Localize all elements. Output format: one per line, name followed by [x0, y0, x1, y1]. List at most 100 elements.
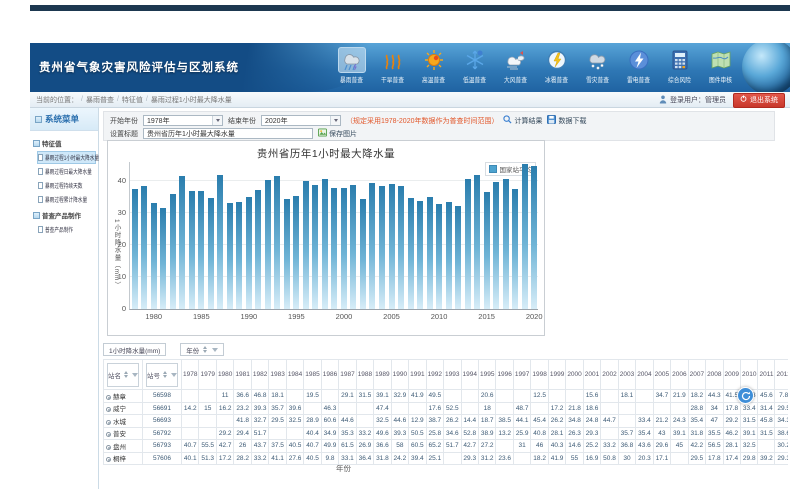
station-select-cell[interactable]: 赫章: [104, 390, 143, 403]
toolbar-item-9[interactable]: 综合风险: [661, 47, 698, 84]
year-header-2007[interactable]: 2007: [688, 360, 705, 390]
bar-1981[interactable]: [160, 208, 166, 309]
bar-1996[interactable]: [303, 181, 309, 309]
bar-1984[interactable]: [189, 191, 195, 309]
bar-2000[interactable]: [341, 188, 347, 309]
year-header-2004[interactable]: 2004: [636, 360, 653, 390]
bar-2012[interactable]: [455, 206, 461, 309]
sidebar-item-1-3[interactable]: 暴雨过程持续天数: [37, 179, 96, 192]
radio-icon[interactable]: [106, 420, 111, 425]
year-header-2003[interactable]: 2003: [618, 360, 635, 390]
bar-2009[interactable]: [427, 197, 433, 309]
bar-2015[interactable]: [484, 192, 490, 309]
year-header-1990[interactable]: 1990: [391, 360, 408, 390]
bar-2017[interactable]: [503, 179, 509, 309]
year-header-2005[interactable]: 2005: [653, 360, 670, 390]
year-header-1979[interactable]: 1979: [199, 360, 216, 390]
bar-2001[interactable]: [350, 185, 356, 309]
bar-1985[interactable]: [198, 191, 204, 309]
toolbar-item-1[interactable]: 暴雨普查: [333, 47, 370, 84]
station-select-cell[interactable]: 威宁: [104, 402, 143, 415]
year-header-1983[interactable]: 1983: [269, 360, 286, 390]
sidebar-item-1-1[interactable]: 暴雨过程1小时最大降水量: [37, 151, 96, 164]
toolbar-item-2[interactable]: 干旱普查: [374, 47, 411, 84]
end-year-select[interactable]: 2020年: [261, 115, 341, 126]
year-header-1986[interactable]: 1986: [321, 360, 338, 390]
chart-title-input[interactable]: 贵州省历年1小时最大降水量: [143, 128, 313, 139]
bar-2002[interactable]: [360, 199, 366, 309]
bar-1998[interactable]: [322, 179, 328, 309]
bar-2019[interactable]: [522, 164, 528, 309]
year-header-1993[interactable]: 1993: [444, 360, 461, 390]
sidebar-item-2-1[interactable]: 普查产品制作: [37, 223, 96, 236]
radio-icon[interactable]: [106, 395, 111, 400]
radio-icon[interactable]: [106, 445, 111, 450]
bar-1999[interactable]: [331, 188, 337, 309]
year-header-2000[interactable]: 2000: [566, 360, 583, 390]
year-header-2010[interactable]: 2010: [741, 360, 758, 390]
year-header-2009[interactable]: 2009: [723, 360, 740, 390]
bar-2010[interactable]: [436, 204, 442, 309]
year-header-1987[interactable]: 1987: [339, 360, 356, 390]
start-year-select[interactable]: 1978年: [143, 115, 223, 126]
year-header-1995[interactable]: 1995: [478, 360, 495, 390]
station-select-cell[interactable]: 桐梓: [104, 452, 143, 465]
logout-button[interactable]: 退出系统: [733, 93, 785, 108]
year-header-1985[interactable]: 1985: [304, 360, 321, 390]
bar-2013[interactable]: [465, 179, 471, 309]
breadcrumb-item[interactable]: 暴雨过程1小时最大降水量: [151, 95, 232, 105]
sidebar-item-1-4[interactable]: 暴雨过程累计降水量: [37, 193, 96, 206]
toolbar-item-10[interactable]: 图件审核: [702, 47, 739, 84]
radio-icon[interactable]: [106, 432, 111, 437]
year-sort-filter[interactable]: 年份: [180, 343, 224, 356]
save-image-button[interactable]: 保存图片: [318, 128, 357, 139]
year-header-1980[interactable]: 1980: [216, 360, 233, 390]
bar-1978[interactable]: [132, 189, 138, 309]
bar-1987[interactable]: [217, 175, 223, 309]
year-header-1994[interactable]: 1994: [461, 360, 478, 390]
toolbar-item-8[interactable]: 雷电普查: [620, 47, 657, 84]
bar-1989[interactable]: [236, 202, 242, 309]
year-header-2006[interactable]: 2006: [671, 360, 688, 390]
year-header-1998[interactable]: 1998: [531, 360, 548, 390]
bar-1982[interactable]: [170, 194, 176, 309]
year-header-1984[interactable]: 1984: [286, 360, 303, 390]
bar-2005[interactable]: [389, 184, 395, 309]
year-header-2008[interactable]: 2008: [706, 360, 723, 390]
toolbar-item-7[interactable]: 雪灾普查: [579, 47, 616, 84]
bar-2004[interactable]: [379, 186, 385, 309]
bar-1988[interactable]: [227, 203, 233, 309]
year-header-1999[interactable]: 1999: [548, 360, 565, 390]
year-header-1981[interactable]: 1981: [234, 360, 251, 390]
sidebar-group-2[interactable]: 普查产品制作: [31, 207, 97, 222]
bar-2014[interactable]: [474, 175, 480, 309]
station-select-cell[interactable]: 水城: [104, 415, 143, 428]
breadcrumb-item[interactable]: 特征值: [122, 95, 143, 105]
station-name-header[interactable]: 站名: [104, 360, 143, 390]
sidebar-item-1-2[interactable]: 暴雨过程日最大降水量: [37, 165, 96, 178]
bar-1997[interactable]: [312, 185, 318, 309]
bar-1995[interactable]: [293, 196, 299, 309]
bar-2006[interactable]: [398, 186, 404, 309]
toolbar-item-5[interactable]: 大风普查: [497, 47, 534, 84]
year-header-1997[interactable]: 1997: [513, 360, 530, 390]
bar-1980[interactable]: [151, 203, 157, 309]
value-type-filter[interactable]: 1小时降水量(mm): [103, 343, 166, 356]
year-header-2001[interactable]: 2001: [583, 360, 600, 390]
year-header-1996[interactable]: 1996: [496, 360, 513, 390]
refresh-float-button[interactable]: [737, 387, 754, 404]
year-header-1991[interactable]: 1991: [409, 360, 426, 390]
bar-1990[interactable]: [246, 197, 252, 309]
bar-2003[interactable]: [369, 183, 375, 309]
bar-1994[interactable]: [284, 199, 290, 309]
year-header-2012[interactable]: 2012: [775, 360, 788, 390]
radio-icon[interactable]: [106, 457, 111, 462]
station-select-cell[interactable]: 普安: [104, 427, 143, 440]
bar-2007[interactable]: [408, 198, 414, 309]
toolbar-item-6[interactable]: 冰雹普查: [538, 47, 575, 84]
calc-result-button[interactable]: 计算结果: [503, 115, 542, 126]
year-header-1982[interactable]: 1982: [251, 360, 268, 390]
data-download-button[interactable]: 数据下载: [547, 115, 586, 126]
year-header-2011[interactable]: 2011: [758, 360, 775, 390]
bar-2018[interactable]: [512, 189, 518, 309]
